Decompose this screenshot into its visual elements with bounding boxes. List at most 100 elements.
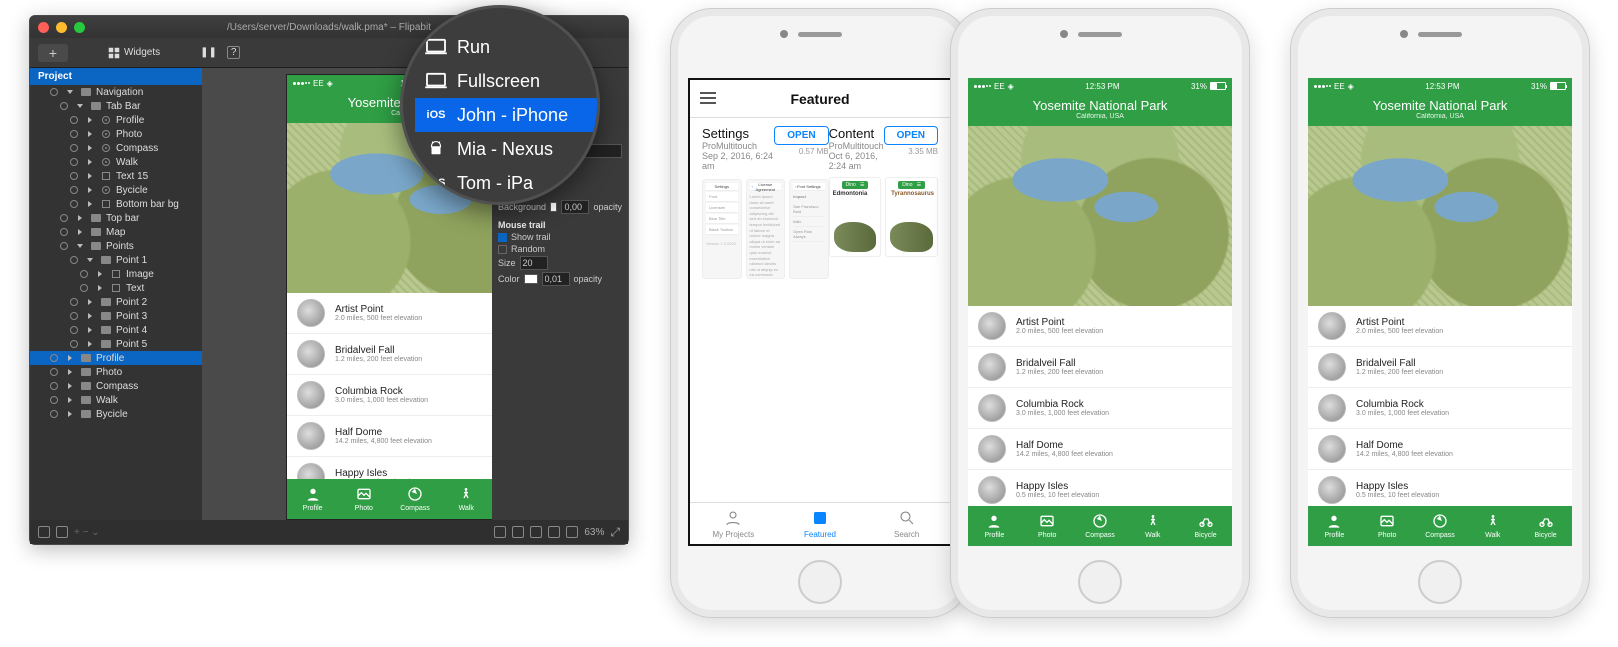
- visibility-icon[interactable]: [49, 87, 59, 97]
- point-row[interactable]: Half Dome14.2 miles, 4,800 feet elevatio…: [968, 429, 1232, 470]
- tree-item[interactable]: Bycicle: [30, 407, 202, 421]
- device-menu-item[interactable]: Fullscreen: [415, 64, 597, 98]
- point-row[interactable]: Bridalveil Fall1.2 miles, 200 feet eleva…: [968, 347, 1232, 388]
- point-row[interactable]: Artist Point2.0 miles, 500 feet elevatio…: [968, 306, 1232, 347]
- tree-item[interactable]: Compass: [30, 379, 202, 393]
- expand-icon[interactable]: [65, 381, 75, 391]
- tree-item[interactable]: Photo: [30, 127, 202, 141]
- visibility-icon[interactable]: [59, 213, 69, 223]
- map-view[interactable]: [968, 126, 1232, 306]
- project-tree[interactable]: Project NavigationTab BarProfilePhotoCom…: [30, 68, 202, 520]
- visibility-icon[interactable]: [49, 409, 59, 419]
- device-menu-item[interactable]: Run: [415, 30, 597, 64]
- footer-tool-5[interactable]: [566, 526, 578, 538]
- footer-btn-2[interactable]: [56, 526, 68, 538]
- tree-item[interactable]: Image: [30, 267, 202, 281]
- visibility-icon[interactable]: [49, 353, 59, 363]
- open-button[interactable]: OPEN: [884, 126, 938, 145]
- expand-icon[interactable]: [85, 339, 95, 349]
- visibility-icon[interactable]: [69, 199, 79, 209]
- visibility-icon[interactable]: [79, 269, 89, 279]
- featured-tab-featured[interactable]: Featured: [777, 503, 864, 544]
- expand-icon[interactable]: [65, 409, 75, 419]
- point-row[interactable]: Columbia Rock3.0 miles, 1,000 feet eleva…: [968, 388, 1232, 429]
- bg-swatch[interactable]: [550, 202, 557, 212]
- expand-icon[interactable]: [85, 143, 95, 153]
- fullscreen-icon[interactable]: ⤢: [610, 525, 620, 540]
- tab-profile[interactable]: Profile: [1308, 506, 1361, 546]
- tab-photo[interactable]: Photo: [338, 479, 389, 519]
- tree-item[interactable]: Compass: [30, 141, 202, 155]
- tab-profile[interactable]: Profile: [287, 479, 338, 519]
- visibility-icon[interactable]: [79, 283, 89, 293]
- point-row[interactable]: Bridalveil Fall1.2 miles, 200 feet eleva…: [1308, 347, 1572, 388]
- visibility-icon[interactable]: [69, 325, 79, 335]
- tab-bicycle[interactable]: Bicycle: [1519, 506, 1572, 546]
- tree-item[interactable]: Photo: [30, 365, 202, 379]
- tree-item[interactable]: Text: [30, 281, 202, 295]
- expand-icon[interactable]: [95, 269, 105, 279]
- tab-walk[interactable]: Walk: [1126, 506, 1179, 546]
- color-swatch[interactable]: [524, 274, 538, 284]
- tree-item[interactable]: Walk: [30, 155, 202, 169]
- tree-item[interactable]: Navigation: [30, 85, 202, 99]
- bg-opacity-field[interactable]: [561, 200, 589, 214]
- tree-item[interactable]: Walk: [30, 393, 202, 407]
- expand-icon[interactable]: [65, 353, 75, 363]
- home-button[interactable]: [1418, 560, 1462, 604]
- visibility-icon[interactable]: [59, 241, 69, 251]
- points-list[interactable]: Artist Point2.0 miles, 500 feet elevatio…: [1308, 306, 1572, 506]
- visibility-icon[interactable]: [69, 143, 79, 153]
- tab-walk[interactable]: Walk: [1466, 506, 1519, 546]
- footer-tool-1[interactable]: [494, 526, 506, 538]
- tab-bicycle[interactable]: Bicycle: [1179, 506, 1232, 546]
- tree-item[interactable]: Profile: [30, 351, 202, 365]
- widgets-button[interactable]: Widgets: [108, 47, 160, 59]
- show-trail-check[interactable]: [498, 233, 507, 242]
- tab-compass[interactable]: Compass: [1074, 506, 1127, 546]
- expand-icon[interactable]: [85, 311, 95, 321]
- tree-item[interactable]: Point 1: [30, 253, 202, 267]
- tab-walk[interactable]: Walk: [441, 479, 492, 519]
- point-row[interactable]: Happy Isles0.5 miles, 10 feet elevation: [968, 470, 1232, 506]
- pause-icon[interactable]: ❚❚: [200, 47, 217, 58]
- map-view[interactable]: [1308, 126, 1572, 306]
- visibility-icon[interactable]: [69, 115, 79, 125]
- expand-icon[interactable]: [65, 87, 75, 97]
- tree-item[interactable]: Profile: [30, 113, 202, 127]
- device-menu-item[interactable]: iOSJohn - iPhone: [415, 98, 597, 132]
- featured-tab-my-projects[interactable]: My Projects: [690, 503, 777, 544]
- footer-tool-2[interactable]: [512, 526, 524, 538]
- visibility-icon[interactable]: [69, 157, 79, 167]
- point-row[interactable]: Columbia Rock3.0 miles, 1,000 feet eleva…: [1308, 388, 1572, 429]
- expand-icon[interactable]: [65, 395, 75, 405]
- random-check[interactable]: [498, 245, 507, 254]
- tab-profile[interactable]: Profile: [968, 506, 1021, 546]
- visibility-icon[interactable]: [69, 129, 79, 139]
- tree-item[interactable]: Text 15: [30, 169, 202, 183]
- expand-icon[interactable]: [85, 129, 95, 139]
- visibility-icon[interactable]: [69, 255, 79, 265]
- tree-item[interactable]: Tab Bar: [30, 99, 202, 113]
- points-list[interactable]: Artist Point2.0 miles, 500 feet elevatio…: [968, 306, 1232, 506]
- menu-icon[interactable]: [700, 92, 716, 104]
- visibility-icon[interactable]: [69, 297, 79, 307]
- expand-icon[interactable]: [85, 297, 95, 307]
- help-button[interactable]: ?: [227, 46, 241, 59]
- featured-tab-search[interactable]: Search: [863, 503, 950, 544]
- tree-item[interactable]: Point 2: [30, 295, 202, 309]
- tree-item[interactable]: Point 5: [30, 337, 202, 351]
- expand-icon[interactable]: [85, 157, 95, 167]
- size-field[interactable]: [520, 256, 548, 270]
- color-opacity-field[interactable]: [542, 272, 570, 286]
- expand-icon[interactable]: [85, 199, 95, 209]
- visibility-icon[interactable]: [69, 311, 79, 321]
- tab-photo[interactable]: Photo: [1021, 506, 1074, 546]
- expand-icon[interactable]: [85, 185, 95, 195]
- footer-tool-3[interactable]: [530, 526, 542, 538]
- expand-icon[interactable]: [75, 101, 85, 111]
- tree-item[interactable]: Top bar: [30, 211, 202, 225]
- tree-item[interactable]: Points: [30, 239, 202, 253]
- point-row[interactable]: Half Dome14.2 miles, 4,800 feet elevatio…: [1308, 429, 1572, 470]
- tree-item[interactable]: Bycicle: [30, 183, 202, 197]
